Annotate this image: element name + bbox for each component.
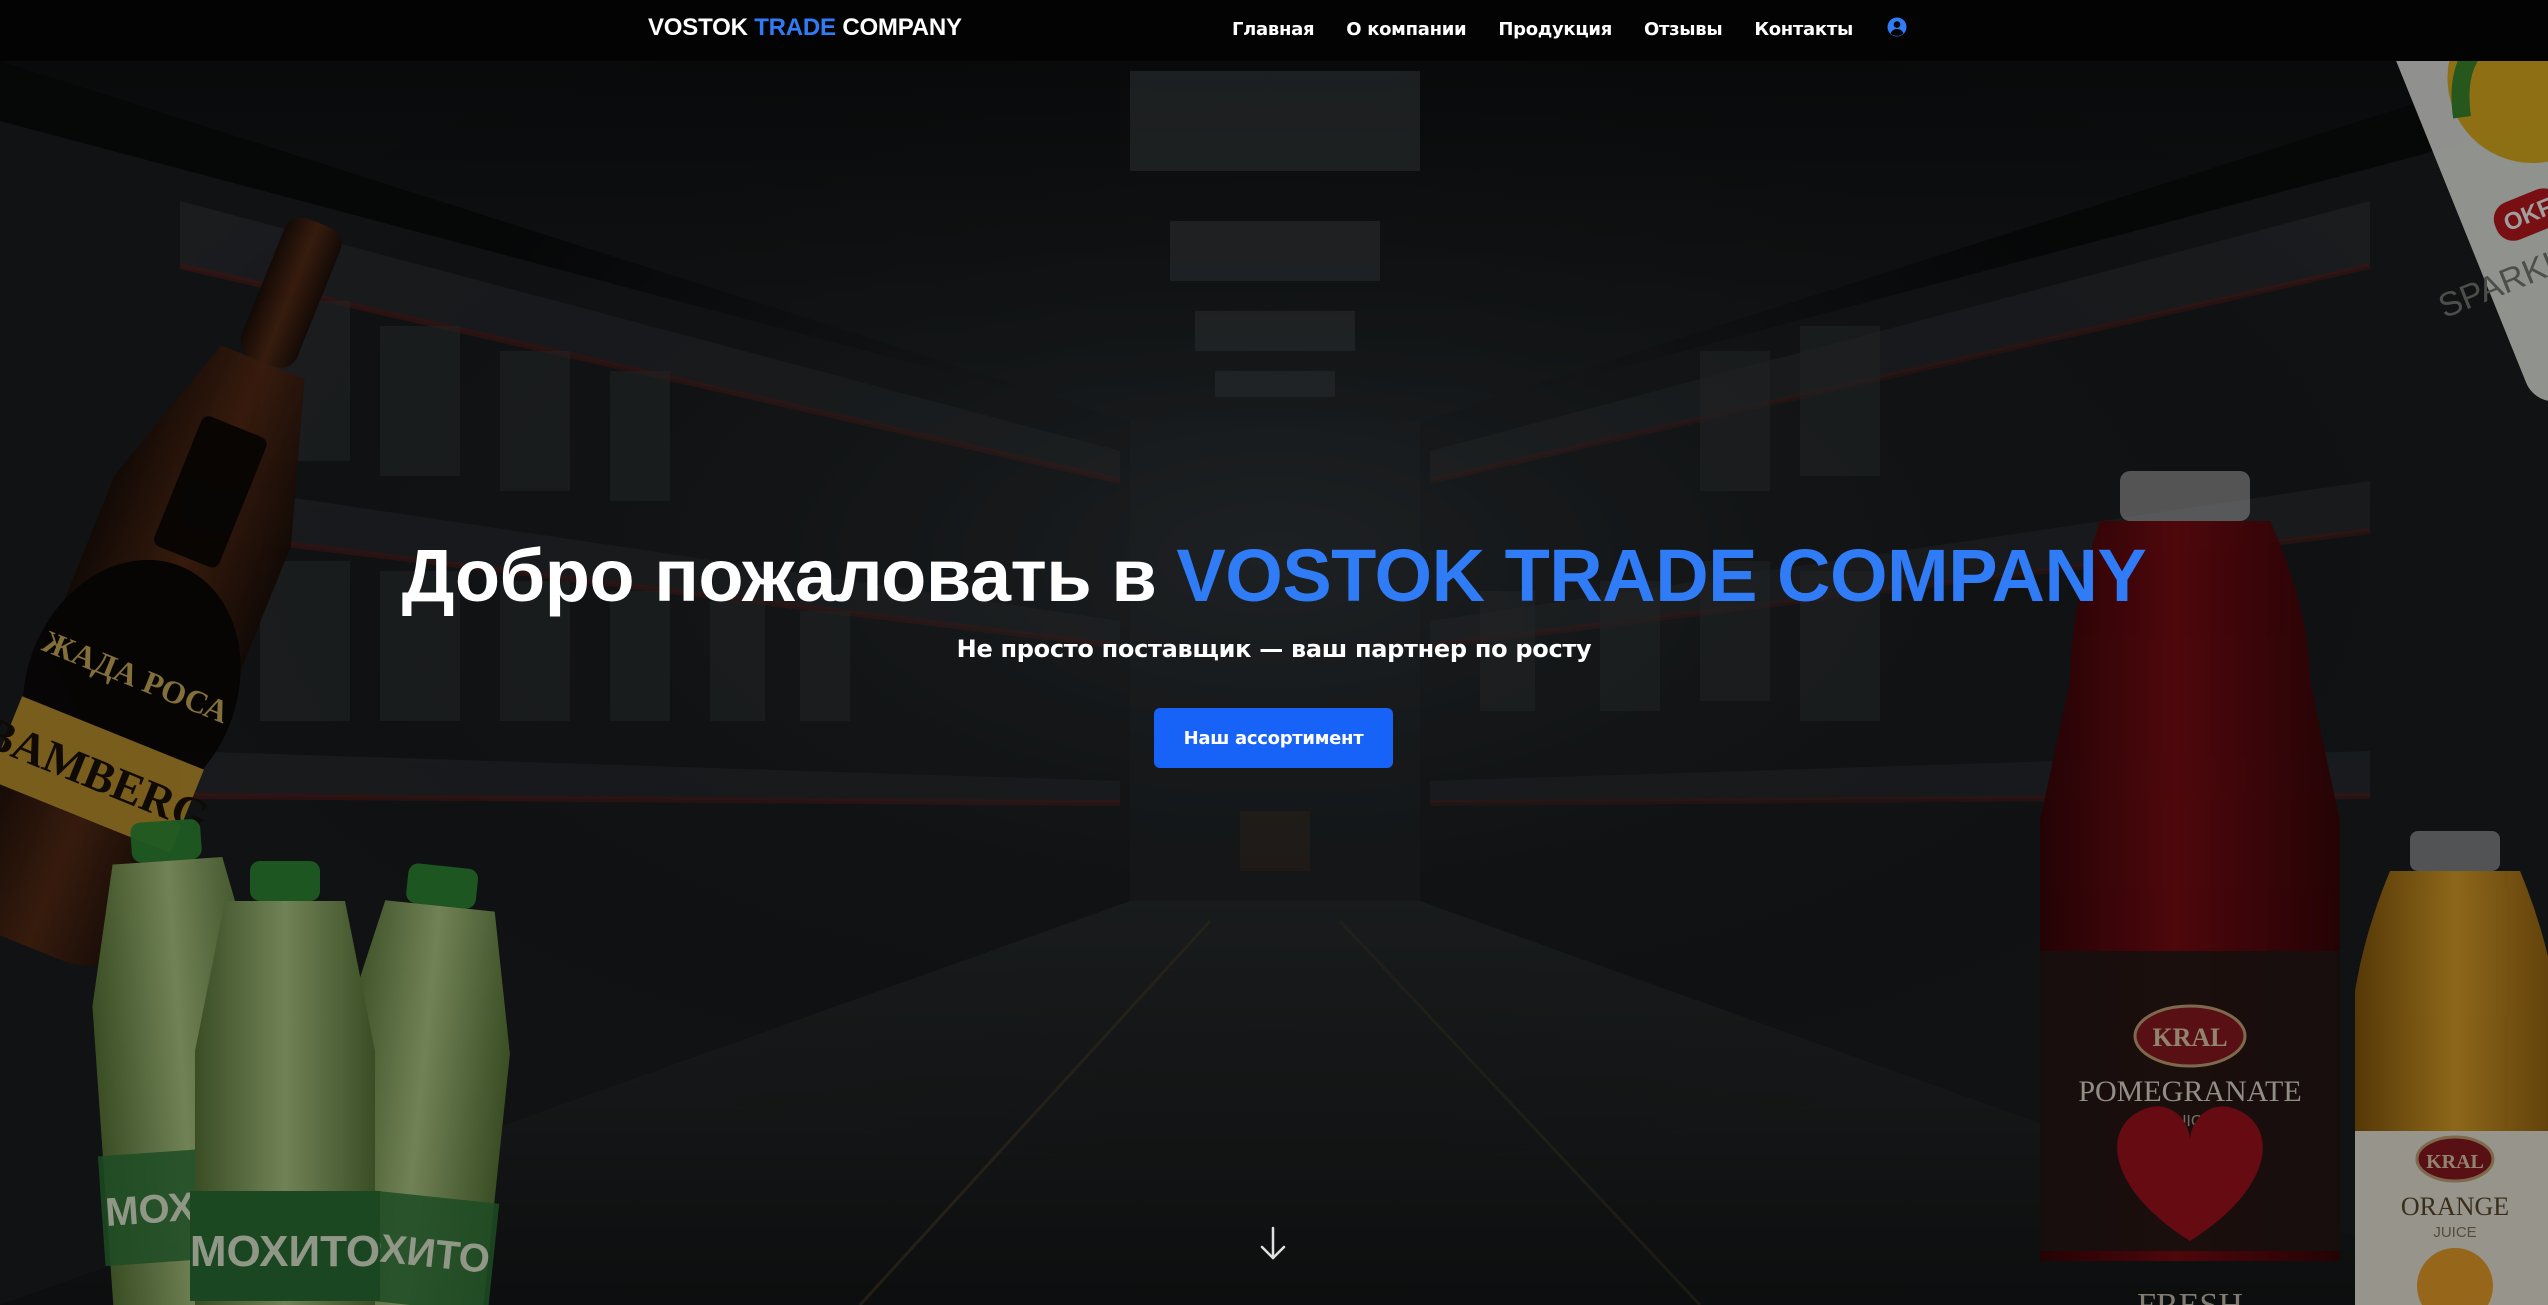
brand-accent: TRADE (754, 14, 836, 41)
hero-title: Добро пожаловать в VOSTOK TRADE COMPANY (0, 533, 2548, 618)
hero-content: Добро пожаловать в VOSTOK TRADE COMPANY … (0, 61, 2548, 1305)
arrow-down-icon[interactable] (1257, 1224, 1289, 1264)
navbar: VOSTOK TRADE COMPANY Главная О компании … (0, 0, 2548, 61)
assortment-button[interactable]: Наш ассортимент (1154, 708, 1393, 768)
brand-part-2: COMPANY (835, 14, 962, 41)
hero-section: ЖАДА РОСА BAMBERG МОХИТО МОХИТО МОХИТО (0, 61, 2548, 1305)
nav-item-contacts[interactable]: Контакты (1754, 19, 1853, 40)
nav-item-about[interactable]: О компании (1346, 19, 1466, 40)
nav-item-products[interactable]: Продукция (1498, 19, 1612, 40)
hero-title-prefix: Добро пожаловать в (401, 534, 1177, 617)
nav-item-reviews[interactable]: Отзывы (1644, 19, 1723, 40)
hero-subtitle: Не просто поставщик — ваш партнер по рос… (956, 635, 1592, 663)
main-nav: Главная О компании Продукция Отзывы Конт… (1232, 16, 1908, 43)
user-circle-icon (1887, 17, 1907, 37)
brand-logo[interactable]: VOSTOK TRADE COMPANY (648, 14, 962, 42)
account-button[interactable] (1885, 16, 1908, 43)
nav-item-home[interactable]: Главная (1232, 19, 1315, 40)
hero-title-accent: VOSTOK TRADE COMPANY (1176, 534, 2147, 617)
brand-part-1: VOSTOK (648, 14, 755, 41)
